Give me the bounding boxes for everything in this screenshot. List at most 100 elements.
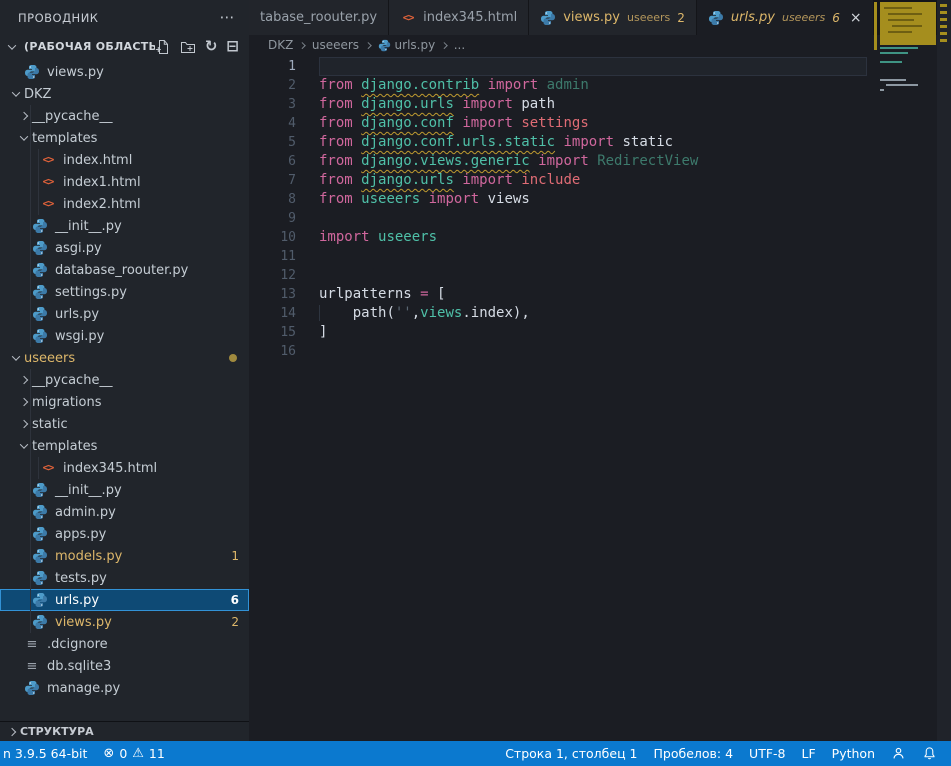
tree-item-label: settings.py (55, 285, 127, 300)
line-number: 1 (249, 57, 319, 76)
tree-item-index2-html[interactable]: <>index2.html (0, 193, 249, 215)
close-icon[interactable]: × (850, 10, 862, 26)
tree-folder-templates[interactable]: templates (0, 127, 249, 149)
breadcrumb-item[interactable]: useeers (312, 38, 359, 52)
tree-item-database-roouter-py[interactable]: database_roouter.py (0, 259, 249, 281)
code-line-15[interactable]: 15] (249, 323, 951, 342)
text-file-icon: ≡ (27, 659, 38, 674)
tree-item-index345-html[interactable]: <>index345.html (0, 457, 249, 479)
tree-folder-migrations[interactable]: migrations (0, 391, 249, 413)
tree-item-settings-py[interactable]: settings.py (0, 281, 249, 303)
new-file-icon[interactable] (155, 39, 171, 55)
indent-guide (30, 149, 31, 171)
tree-item-db-sqlite3[interactable]: ≡db.sqlite3 (0, 655, 249, 677)
tree-folder-pycache[interactable]: __pycache__ (0, 369, 249, 391)
code-line-4[interactable]: 4from django.conf import settings (249, 114, 951, 133)
tree-item-tests-py[interactable]: tests.py (0, 567, 249, 589)
status-cursor-position[interactable]: Строка 1, столбец 1 (502, 741, 645, 766)
code-line-5[interactable]: 5from django.conf.urls.static import sta… (249, 133, 951, 152)
status-python-version[interactable]: n 3.9.5 64-bit (0, 741, 95, 766)
text-file-icon: ≡ (27, 637, 38, 652)
code-line-9[interactable]: 9 (249, 209, 951, 228)
tree-item-views-py[interactable]: views.py (0, 61, 249, 83)
tree-item-label: apps.py (55, 527, 106, 542)
tree-item-urls-py[interactable]: urls.py (0, 303, 249, 325)
minimap[interactable] (874, 0, 951, 741)
tree-folder-pycache[interactable]: __pycache__ (0, 105, 249, 127)
status-language[interactable]: Python (824, 741, 883, 766)
tree-item-manage-py[interactable]: manage.py (0, 677, 249, 695)
breadcrumb-item[interactable]: ... (454, 38, 465, 52)
tree-item-label: DKZ (24, 87, 51, 102)
tree-folder-templates[interactable]: templates (0, 435, 249, 457)
python-icon (32, 614, 48, 630)
minimap-mark (886, 84, 918, 86)
tree-item-urls-py[interactable]: urls.py6 (0, 589, 249, 611)
structure-section-header[interactable]: СТРУКТУРА (0, 721, 249, 741)
indent-guide (30, 325, 31, 347)
tree-item-apps-py[interactable]: apps.py (0, 523, 249, 545)
tree-item-label: models.py (55, 549, 122, 564)
tab-urls-py[interactable]: urls.pyuseeers6× (697, 0, 873, 35)
tree-item-label: views.py (47, 65, 104, 80)
code-line-16[interactable]: 16 (249, 342, 951, 361)
status-indentation[interactable]: Пробелов: 4 (646, 741, 742, 766)
python-icon (32, 504, 48, 520)
breadcrumb: DKZ useeers urls.py ... (249, 35, 951, 55)
code-line-1[interactable]: 1 (249, 57, 951, 76)
tab-index345-html[interactable]: <>index345.html (389, 0, 528, 35)
code-line-11[interactable]: 11 (249, 247, 951, 266)
code-line-2[interactable]: 2from django.contrib import admin (249, 76, 951, 95)
tab-label: index345.html (423, 10, 517, 25)
tree-folder-useeers[interactable]: useeers (0, 347, 249, 369)
tree-item-index-html[interactable]: <>index.html (0, 149, 249, 171)
code-editor[interactable]: 12from django.contrib import admin3from … (249, 55, 951, 741)
tree-item-label: index.html (63, 153, 132, 168)
minimap-mark (888, 13, 922, 15)
status-eol[interactable]: LF (794, 741, 824, 766)
tree-item-index1-html[interactable]: <>index1.html (0, 171, 249, 193)
tab-views-py[interactable]: views.pyuseeers2 (529, 0, 696, 35)
tree-item-admin-py[interactable]: admin.py (0, 501, 249, 523)
status-encoding[interactable]: UTF-8 (741, 741, 793, 766)
indent-guide (38, 149, 39, 171)
indent-guide (30, 435, 31, 457)
code-line-3[interactable]: 3from django.urls import path (249, 95, 951, 114)
code-line-6[interactable]: 6from django.views.generic import Redire… (249, 152, 951, 171)
status-problems[interactable]: ⊗ 0 ⚠ 11 (95, 741, 172, 766)
notifications-bell-icon[interactable] (914, 741, 945, 766)
new-folder-icon[interactable] (180, 39, 196, 55)
line-number: 16 (249, 342, 319, 361)
code-line-14[interactable]: 14 path('',views.index), (249, 304, 951, 323)
indent-guide (38, 171, 39, 193)
tree-item-asgi-py[interactable]: asgi.py (0, 237, 249, 259)
tree-item-views-py[interactable]: views.py2 (0, 611, 249, 633)
tree-item-wsgi-py[interactable]: wsgi.py (0, 325, 249, 347)
tree-item-label: useeers (24, 351, 75, 366)
code-line-13[interactable]: 13urlpatterns = [ (249, 285, 951, 304)
refresh-icon[interactable]: ↻ (205, 39, 218, 54)
code-line-7[interactable]: 7from django.urls import include (249, 171, 951, 190)
overview-ruler[interactable] (937, 0, 951, 741)
python-icon (32, 592, 48, 608)
tree-item-dcignore[interactable]: ≡.dcignore (0, 633, 249, 655)
python-icon (540, 10, 556, 26)
breadcrumb-item[interactable]: urls.py (378, 38, 436, 52)
tree-item-init-py[interactable]: __init__.py (0, 215, 249, 237)
collapse-all-icon[interactable]: ⊟ (226, 39, 239, 54)
more-actions-icon[interactable]: ⋯ (220, 10, 236, 25)
tree-item-label: urls.py (55, 593, 99, 608)
code-line-12[interactable]: 12 (249, 266, 951, 285)
tree-item-models-py[interactable]: models.py1 (0, 545, 249, 567)
code-line-8[interactable]: 8from useeers import views (249, 190, 951, 209)
code-line-10[interactable]: 10import useeers (249, 228, 951, 247)
tree-folder-dkz[interactable]: DKZ (0, 83, 249, 105)
feedback-icon[interactable] (883, 741, 914, 766)
tree-item-init-py[interactable]: __init__.py (0, 479, 249, 501)
tree-folder-static[interactable]: static (0, 413, 249, 435)
workspace-section-header[interactable]: (РАБОЧАЯ ОБЛАСТЬ) ... ↻ ⊟ (0, 35, 249, 58)
indent-guide (30, 237, 31, 259)
tab-tabase-roouter-py[interactable]: tabase_roouter.py (249, 0, 388, 35)
indent-guide (30, 501, 31, 523)
breadcrumb-item[interactable]: DKZ (268, 38, 293, 52)
